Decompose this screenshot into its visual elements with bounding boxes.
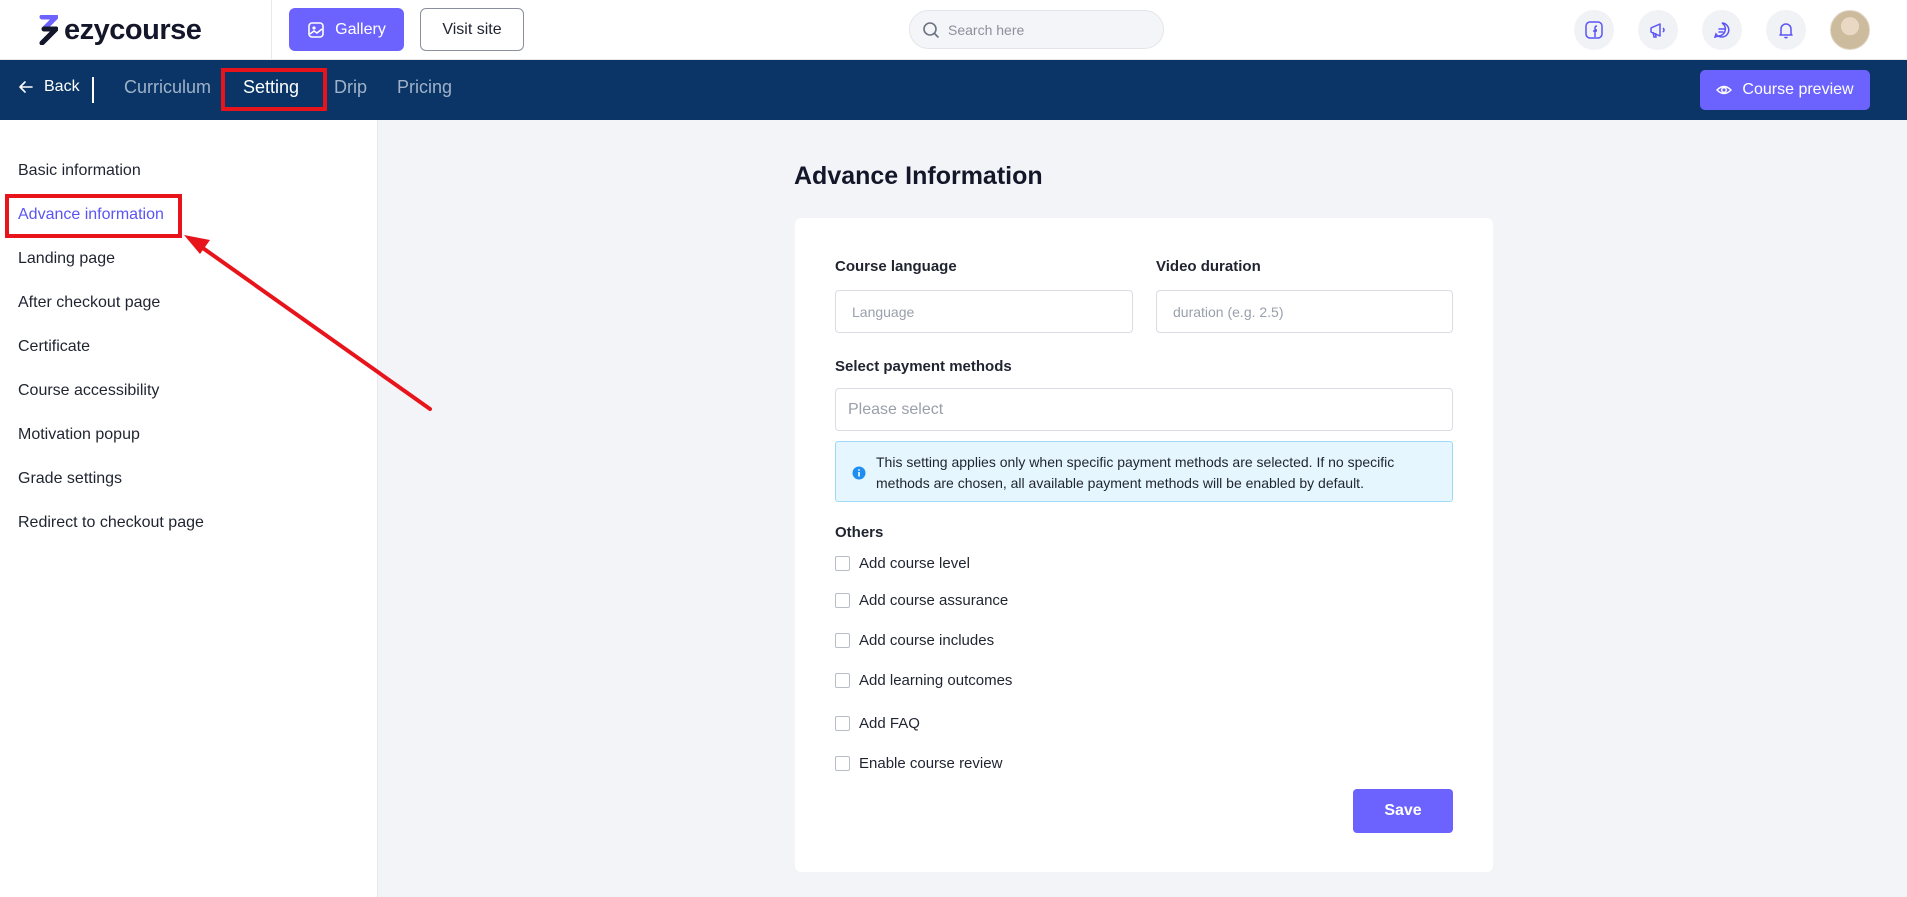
- gallery-label: Gallery: [335, 20, 386, 38]
- checkbox[interactable]: [835, 633, 850, 648]
- sidebar-item-redirect-to-checkout-page[interactable]: Redirect to checkout page: [18, 514, 204, 532]
- user-avatar[interactable]: [1830, 10, 1870, 50]
- option-label: Add course level: [859, 555, 970, 572]
- sidebar-item-course-accessibility[interactable]: Course accessibility: [18, 382, 159, 400]
- search-input[interactable]: [948, 21, 1148, 38]
- sidebar-item-basic-information[interactable]: Basic information: [18, 162, 141, 180]
- option-add-learning-outcomes[interactable]: Add learning outcomes: [835, 672, 1012, 689]
- nav-separator: [92, 77, 94, 103]
- logo[interactable]: ezycourse: [38, 12, 202, 48]
- sidebar-item-certificate[interactable]: Certificate: [18, 338, 90, 356]
- gallery-icon: [308, 21, 324, 38]
- tab-curriculum[interactable]: Curriculum: [124, 77, 211, 98]
- top-divider: [271, 0, 272, 60]
- tab-drip[interactable]: Drip: [334, 77, 367, 98]
- payment-methods-placeholder: Please select: [848, 400, 944, 418]
- search-icon: [923, 21, 939, 38]
- info-text: This setting applies only when specific …: [876, 454, 1395, 491]
- option-label: Add FAQ: [859, 715, 920, 732]
- course-language-label: Course language: [835, 258, 957, 275]
- logo-text: ezycourse: [64, 13, 202, 46]
- facebook-icon: [1585, 21, 1603, 39]
- option-add-course-level[interactable]: Add course level: [835, 555, 970, 572]
- advance-information-highlight: [5, 194, 182, 238]
- course-preview-label: Course preview: [1742, 81, 1854, 98]
- messages-button[interactable]: [1702, 10, 1742, 50]
- search-bar: [909, 10, 1164, 49]
- option-label: Add course assurance: [859, 592, 1009, 609]
- visit-site-label: Visit site: [442, 20, 502, 38]
- payment-methods-info-alert: This setting applies only when specific …: [835, 441, 1453, 502]
- checkbox[interactable]: [835, 556, 850, 571]
- facebook-button[interactable]: [1574, 10, 1614, 50]
- back-button[interactable]: Back: [18, 78, 80, 96]
- megaphone-icon: [1650, 23, 1665, 38]
- gallery-button[interactable]: Gallery: [289, 8, 404, 51]
- sidebar-item-motivation-popup[interactable]: Motivation popup: [18, 426, 140, 444]
- top-bar: ezycourse Gallery Visit site: [0, 0, 1907, 60]
- sidebar-item-landing-page[interactable]: Landing page: [18, 250, 115, 268]
- course-language-input[interactable]: [835, 290, 1133, 333]
- payment-methods-select[interactable]: Please select: [835, 388, 1453, 431]
- back-label: Back: [44, 78, 80, 95]
- video-duration-input[interactable]: [1156, 290, 1453, 333]
- course-preview-button[interactable]: Course preview: [1700, 70, 1870, 110]
- sidebar-item-grade-settings[interactable]: Grade settings: [18, 470, 122, 488]
- checkbox[interactable]: [835, 593, 850, 608]
- option-label: Enable course review: [859, 755, 1003, 772]
- chat-icon: [1713, 22, 1730, 39]
- option-enable-course-review[interactable]: Enable course review: [835, 755, 1002, 772]
- bell-icon: [1779, 23, 1793, 39]
- page-title: Advance Information: [794, 162, 1043, 190]
- sidebar-item-after-checkout-page[interactable]: After checkout page: [18, 294, 160, 312]
- option-label: Add course includes: [859, 632, 995, 649]
- payment-methods-label: Select payment methods: [835, 358, 1012, 375]
- save-button[interactable]: Save: [1353, 789, 1453, 833]
- checkbox[interactable]: [835, 716, 850, 731]
- arrow-left-icon: [19, 81, 33, 93]
- logo-mark-icon: [39, 15, 58, 45]
- visit-site-button[interactable]: Visit site: [420, 8, 524, 51]
- advance-information-card: Course language Video duration Select pa…: [795, 218, 1493, 872]
- announcements-button[interactable]: [1638, 10, 1678, 50]
- checkbox[interactable]: [835, 756, 850, 771]
- info-icon: [852, 466, 866, 480]
- option-label: Add learning outcomes: [859, 672, 1013, 689]
- checkbox[interactable]: [835, 673, 850, 688]
- eye-icon: [1716, 85, 1733, 95]
- others-label: Others: [835, 524, 884, 541]
- option-add-course-includes[interactable]: Add course includes: [835, 632, 994, 649]
- tab-pricing[interactable]: Pricing: [397, 77, 452, 98]
- video-duration-label: Video duration: [1156, 258, 1261, 275]
- setting-tab-highlight: [221, 68, 327, 111]
- option-add-faq[interactable]: Add FAQ: [835, 715, 920, 732]
- notifications-button[interactable]: [1766, 10, 1806, 50]
- option-add-course-assurance[interactable]: Add course assurance: [835, 592, 1008, 609]
